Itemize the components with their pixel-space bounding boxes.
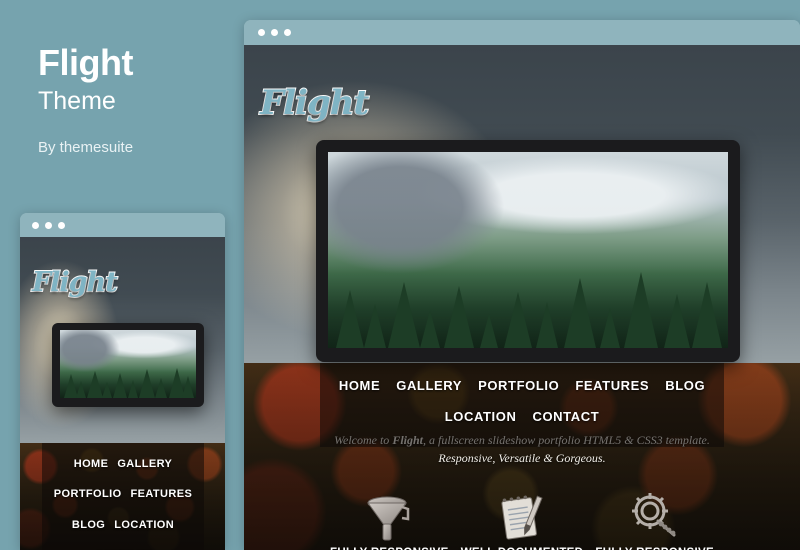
laptop-mockup [316,140,740,362]
nav-item-contact[interactable]: Contact [532,409,599,424]
main-window-titlebar[interactable] [244,20,800,45]
preview-window-controls[interactable] [32,221,71,229]
gear-chain-icon [626,485,684,543]
preview-window-control-dot-2[interactable] [45,221,52,229]
welcome-line-2: Responsive, Versatile & Gorgeous. [438,451,606,465]
page-subtitle: Theme [38,86,116,115]
nav-item-home[interactable]: Home [339,378,380,393]
preview-window-control-dot-1[interactable] [32,221,39,229]
nav-overlay-panel: Home Gallery Portfolio Features Blog Loc… [320,363,724,447]
funnel-icon [360,485,418,543]
preview-nav-item-gallery[interactable]: Gallery [117,454,172,475]
nav-item-blog[interactable]: Blog [665,378,705,393]
feature-columns: Fully Responsive Flight is fully respons… [328,485,716,550]
feature-column: Fully Responsive Flight is fully respons… [328,485,451,550]
preview-nav-overlay-panel: Home Gallery Portfolio Features Blog Loc… [42,443,204,550]
window-control-dot-3[interactable] [284,29,291,36]
nav-item-features[interactable]: Features [575,378,649,393]
preview-window-control-dot-3[interactable] [58,221,65,229]
preview-nav-item-location[interactable]: Location [114,515,174,536]
nav-item-portfolio[interactable]: Portfolio [478,378,559,393]
main-browser-window[interactable]: Flight HOME GALLERY PORTFOLIO FEATURES B… [244,20,800,550]
preview-nav-item-home[interactable]: Home [74,454,109,475]
preview-laptop-mockup [52,323,204,407]
preview-nav-item-portfolio[interactable]: Portfolio [54,484,122,505]
nav-item-gallery[interactable]: Gallery [396,378,462,393]
preview-browser-window[interactable]: Flight Home Galler [20,213,225,550]
preview-site-logo[interactable]: Flight [31,266,119,299]
window-control-dot-1[interactable] [258,29,265,36]
preview-slideshow-image [60,330,196,398]
feature-column: Well Documented The documentation for Fl… [461,485,584,550]
main-site-viewport: Flight HOME GALLERY PORTFOLIO FEATURES B… [244,45,800,550]
preview-nav-item-features[interactable]: Features [131,484,193,505]
page-title: Flight [38,42,133,83]
preview-window-titlebar[interactable] [20,213,225,237]
page-author: By themesuite [38,139,134,157]
site-logo[interactable]: Flight [259,82,370,124]
main-navigation[interactable]: Home Gallery Portfolio Features Blog Loc… [320,363,724,424]
slideshow-image [328,152,728,348]
nav-item-location[interactable]: Location [445,409,517,424]
preview-nav-item-blog[interactable]: Blog [72,515,105,536]
preview-forest-treeline [60,359,196,398]
forest-treeline [328,234,728,348]
window-controls[interactable] [258,29,297,36]
preview-nav-item-contact[interactable]: Contact [95,545,151,550]
theme-info-panel: Flight Theme By themesuite [38,42,228,157]
notepad-pen-icon [493,485,551,543]
window-control-dot-2[interactable] [271,29,278,36]
preview-site-viewport: Flight Home Galler [20,237,225,550]
preview-navigation[interactable]: Home Gallery Portfolio Features Blog Loc… [42,443,204,550]
feature-column: Fully Responsive Customizing Flight is a… [593,485,716,550]
